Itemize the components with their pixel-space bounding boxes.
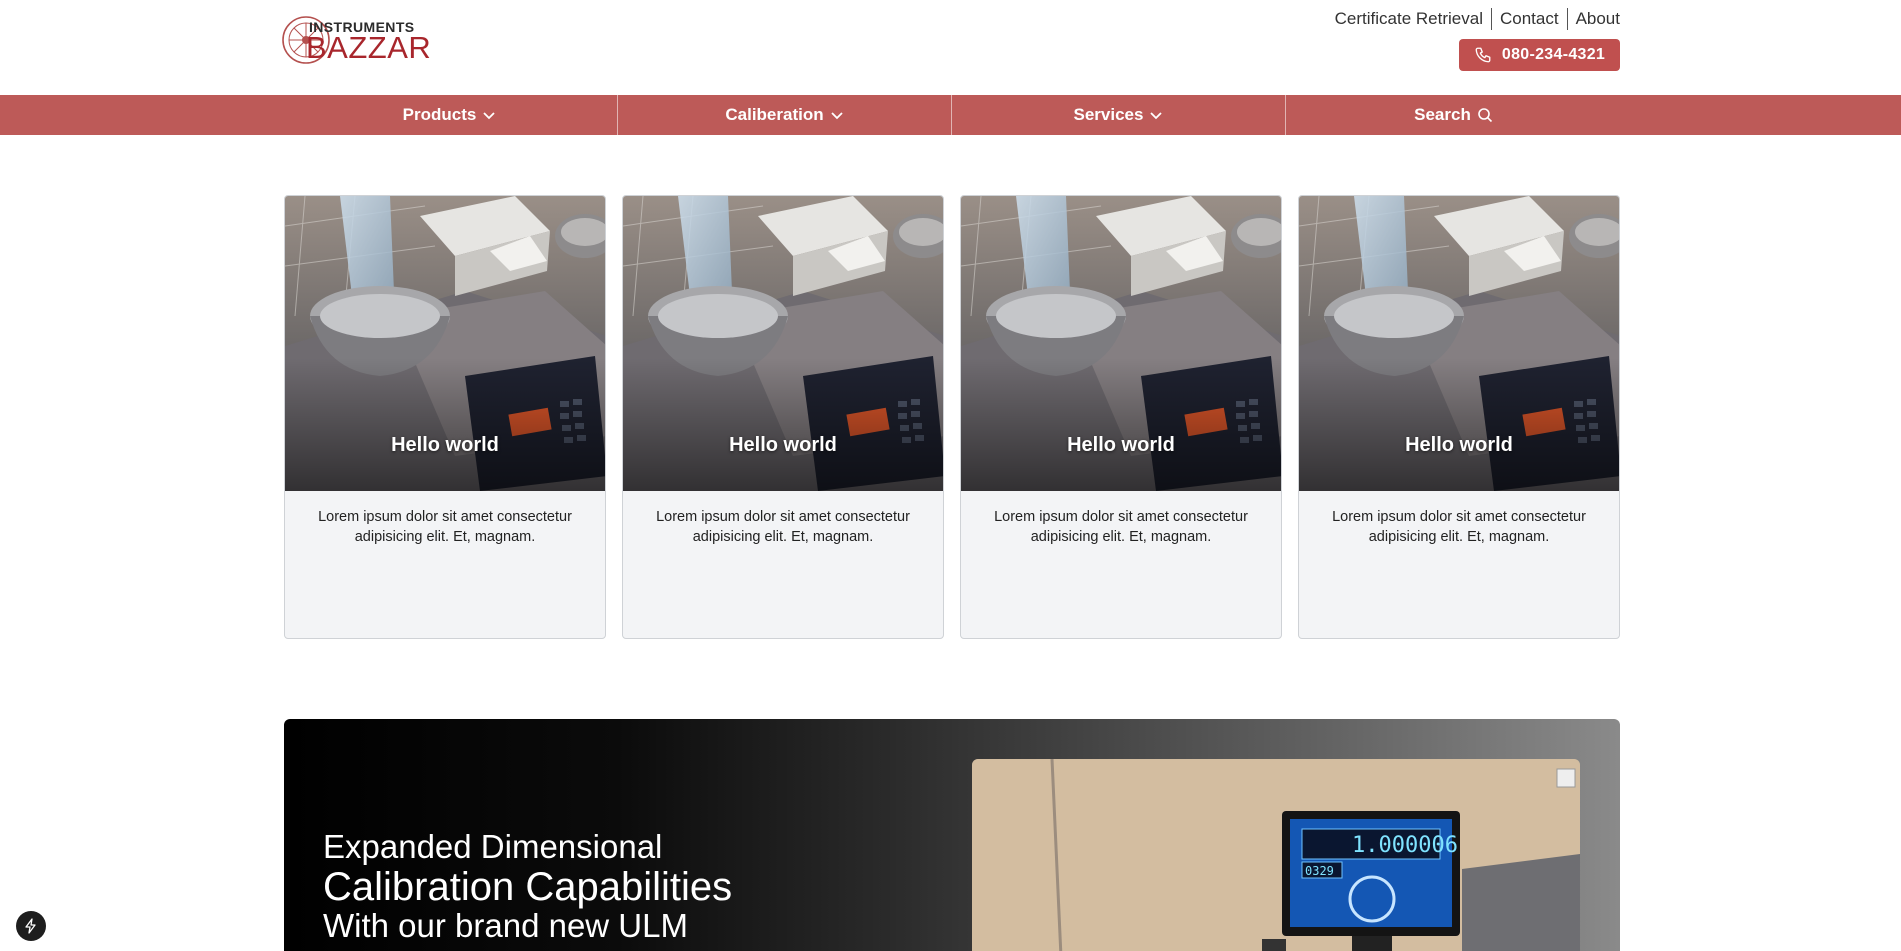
- search-icon: [1478, 108, 1492, 123]
- nav-products-label: Products: [402, 105, 477, 124]
- promo-heading-line2: Calibration Capabilities: [323, 865, 733, 909]
- link-about[interactable]: About: [1568, 8, 1620, 30]
- card-image: Hello world: [961, 196, 1281, 491]
- phone-number: 080-234-4321: [1501, 46, 1606, 63]
- product-card[interactable]: Hello world Lorem ipsum dolor sit amet c…: [1298, 195, 1620, 639]
- nav-caliberation-label: Caliberation: [725, 105, 824, 124]
- nav-caliberation[interactable]: Caliberation: [618, 95, 951, 135]
- product-card[interactable]: Hello world Lorem ipsum dolor sit amet c…: [284, 195, 606, 639]
- card-title: Hello world: [1067, 434, 1175, 456]
- nav-services[interactable]: Services: [952, 95, 1285, 135]
- top-links: Certificate Retrieval Contact About: [1327, 8, 1620, 30]
- promo-heading-line1: Expanded Dimensional: [323, 828, 663, 865]
- nav-search-label: Search: [1414, 105, 1471, 124]
- product-card[interactable]: Hello world Lorem ipsum dolor sit amet c…: [960, 195, 1282, 639]
- site-header: INSTRUMENTS BAZZAR Certificate Retrieval…: [0, 0, 1901, 95]
- chevron-down-icon: [483, 112, 495, 120]
- card-description: Lorem ipsum dolor sit amet consectetur a…: [656, 509, 910, 545]
- main-nav: Products Caliberation Services Search: [0, 95, 1901, 135]
- nav-products[interactable]: Products: [282, 95, 617, 135]
- nav-services-label: Services: [1073, 105, 1144, 124]
- card-image: Hello world: [623, 196, 943, 491]
- card-description: Lorem ipsum dolor sit amet consectetur a…: [1332, 509, 1586, 545]
- card-title: Hello world: [1405, 434, 1513, 456]
- phone-icon: [1475, 47, 1491, 63]
- display-sub-reading: 0329: [1305, 864, 1334, 878]
- brand-name: BAZZAR: [306, 30, 432, 65]
- card-title: Hello world: [391, 434, 499, 456]
- display-reading: 1.000006: [1352, 833, 1458, 858]
- promo-heading-line3: With our brand new ULM: [323, 907, 688, 944]
- chevron-down-icon: [830, 112, 843, 120]
- phone-button[interactable]: 080-234-4321: [1459, 39, 1620, 71]
- card-description: Lorem ipsum dolor sit amet consectetur a…: [994, 509, 1248, 545]
- link-certificate-retrieval[interactable]: Certificate Retrieval: [1327, 8, 1491, 30]
- card-image: Hello world: [285, 196, 605, 491]
- product-card[interactable]: Hello world Lorem ipsum dolor sit amet c…: [622, 195, 944, 639]
- promo-image: 1.000006 0329: [972, 759, 1580, 951]
- floating-action-button[interactable]: [16, 911, 46, 941]
- link-contact[interactable]: Contact: [1492, 8, 1567, 30]
- card-image: Hello world: [1299, 196, 1619, 491]
- brand-logo[interactable]: INSTRUMENTS BAZZAR: [282, 14, 431, 66]
- bolt-icon: [25, 918, 36, 934]
- nav-search[interactable]: Search: [1286, 95, 1621, 135]
- card-description: Lorem ipsum dolor sit amet consectetur a…: [318, 509, 572, 545]
- card-title: Hello world: [729, 434, 837, 456]
- chevron-down-icon: [1150, 112, 1163, 120]
- promo-banner: Expanded Dimensional Calibration Capabil…: [284, 719, 1620, 951]
